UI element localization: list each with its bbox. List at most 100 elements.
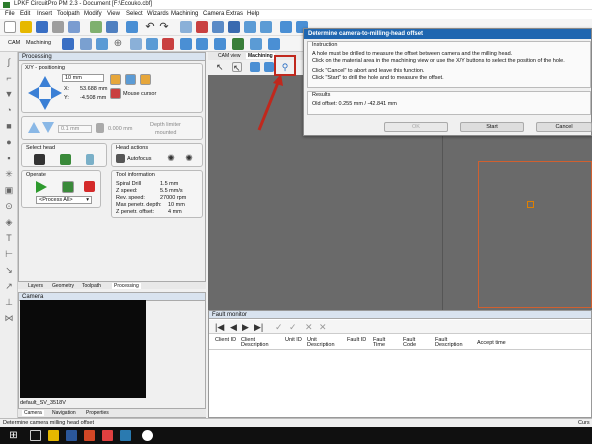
play-button[interactable] (36, 181, 47, 193)
rectangle-tool-icon[interactable]: ■ (4, 121, 14, 131)
crosshair-icon[interactable]: ⊕ (112, 38, 124, 50)
prev-fault-icon[interactable]: ◀ (230, 322, 237, 333)
snap-tool-icon[interactable]: ⊥ (4, 297, 14, 307)
layer-icon[interactable] (106, 21, 118, 33)
via-tool-icon[interactable]: ⊙ (4, 201, 14, 211)
clear-icon[interactable]: ✕ (319, 322, 327, 333)
vacuum-icon[interactable] (196, 38, 208, 50)
explorer-icon[interactable] (48, 430, 59, 441)
dimension-tool-icon[interactable]: ⊢ (4, 249, 14, 259)
start-icon[interactable]: ⊞ (8, 430, 19, 441)
cancel-button[interactable]: Cancel (536, 122, 592, 132)
menu-insert[interactable]: Insert (37, 11, 52, 17)
park-icon[interactable] (125, 74, 136, 85)
move-left-button[interactable] (28, 87, 39, 99)
new-file-icon[interactable] (4, 21, 16, 33)
measure-icon[interactable] (146, 38, 158, 50)
settings-icon[interactable] (250, 38, 262, 50)
zoom-icon[interactable] (180, 21, 192, 33)
select-icon[interactable] (126, 21, 138, 33)
target-icon[interactable] (140, 74, 151, 85)
material-icon[interactable] (96, 38, 108, 50)
pad-tool-icon[interactable]: ▣ (4, 185, 14, 195)
move-up-button[interactable] (39, 76, 51, 87)
accept-all-icon[interactable]: ✓ (289, 322, 297, 333)
powerpoint-icon[interactable] (84, 430, 95, 441)
light-off-icon[interactable]: ✺ (184, 153, 194, 163)
light-on-icon[interactable]: ✺ (166, 153, 176, 163)
select-area-icon[interactable]: ↖ (232, 62, 242, 73)
arc-tool-icon[interactable]: ◔ (4, 105, 14, 115)
tab-properties[interactable]: Properties (86, 410, 109, 416)
depth-up-button[interactable] (28, 122, 40, 133)
autofocus-icon[interactable] (116, 154, 125, 163)
step-input[interactable]: 10 mm (62, 74, 104, 82)
tab-navigation[interactable]: Navigation (52, 410, 76, 416)
mirror-tool-icon[interactable]: ↘ (4, 265, 14, 275)
line-tool-icon[interactable]: ⌐ (4, 73, 14, 83)
tab-layers[interactable]: Layers (28, 283, 43, 289)
accept-icon[interactable]: ✓ (275, 322, 283, 333)
rotate-tool-icon[interactable]: ↗ (4, 281, 14, 291)
import-icon[interactable] (52, 21, 64, 33)
grid-icon[interactable] (212, 21, 224, 33)
tab-processing[interactable]: Processing (112, 283, 141, 289)
ok-button[interactable]: OK (384, 122, 448, 132)
menu-machining[interactable]: Machining (171, 11, 198, 17)
menu-toolpath[interactable]: Toolpath (57, 11, 80, 17)
view-icon[interactable] (228, 21, 240, 33)
depth-down-button[interactable] (42, 122, 54, 133)
depth-input[interactable]: 0.1 mm (58, 125, 92, 133)
run-icon[interactable] (232, 38, 244, 50)
delete-icon[interactable]: ✕ (305, 322, 313, 333)
zoom-area-icon[interactable] (250, 62, 260, 72)
text-tool-icon[interactable]: T (4, 233, 14, 243)
cancel-job-icon[interactable] (162, 38, 174, 50)
mode-machining[interactable]: Machining (26, 40, 51, 46)
export-icon[interactable] (68, 21, 80, 33)
tool-icon[interactable] (280, 21, 292, 33)
camera-toolbar-icon[interactable] (244, 21, 256, 33)
menu-camera[interactable]: Camera (203, 11, 224, 17)
menu-edit[interactable]: Edit (20, 11, 30, 17)
save-icon[interactable] (36, 21, 48, 33)
tool-library-icon[interactable] (80, 38, 92, 50)
next-fault-icon[interactable]: ▶ (242, 322, 249, 333)
tab-toolpath[interactable]: Toolpath (82, 283, 101, 289)
drill-tool-icon[interactable]: ◈ (4, 217, 14, 227)
mouse-cursor-icon[interactable] (110, 88, 121, 99)
start-button[interactable]: Start (460, 122, 524, 132)
head-icon[interactable] (180, 38, 192, 50)
zoom-fit-icon[interactable] (264, 62, 274, 72)
stop-button[interactable] (84, 181, 95, 192)
menu-help[interactable]: Help (247, 11, 259, 17)
circle-tool-icon[interactable]: ● (4, 137, 14, 147)
menu-modify[interactable]: Modify (84, 11, 102, 17)
square-tool-icon[interactable]: ▪ (4, 153, 14, 163)
tab-camera[interactable]: Camera (22, 410, 44, 416)
undo-icon[interactable]: ↶ (144, 21, 156, 33)
menu-select[interactable]: Select (126, 11, 143, 17)
tool-head-icon[interactable] (86, 154, 94, 165)
redo-icon[interactable]: ↷ (158, 21, 170, 33)
first-fault-icon[interactable]: |◀ (215, 322, 224, 333)
acrobat-icon[interactable] (102, 430, 113, 441)
step-play-icon[interactable] (62, 181, 74, 193)
tab-geometry[interactable]: Geometry (52, 283, 74, 289)
machining-mode-icon[interactable] (62, 38, 74, 50)
star-tool-icon[interactable]: ✳ (4, 169, 14, 179)
browser-icon[interactable] (142, 430, 153, 441)
tab-machining[interactable]: Machining (246, 53, 275, 59)
polygon-tool-icon[interactable]: ▼ (4, 89, 14, 99)
move-right-button[interactable] (51, 87, 62, 99)
word-icon[interactable] (66, 430, 77, 441)
process-select[interactable]: <Process All> ▾ (36, 196, 92, 204)
board-icon[interactable] (90, 21, 102, 33)
menu-extras[interactable]: Extras (226, 11, 243, 17)
menu-file[interactable]: File (5, 11, 15, 17)
task-view-icon[interactable] (30, 430, 41, 441)
last-fault-icon[interactable]: ▶| (254, 322, 263, 333)
circuitpro-taskbar-icon[interactable] (120, 430, 131, 441)
help-icon[interactable] (268, 38, 280, 50)
move-down-button[interactable] (39, 99, 51, 110)
